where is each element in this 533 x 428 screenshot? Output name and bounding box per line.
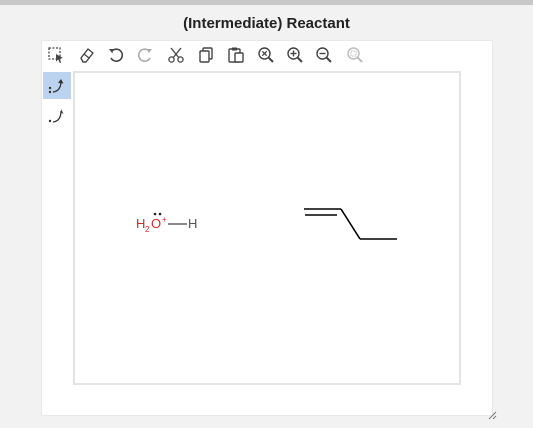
side-toolbar — [42, 72, 72, 172]
hydronium-molecule[interactable]: H 2 O + H — [136, 212, 197, 234]
zoom-out-icon — [316, 47, 332, 63]
select-button[interactable] — [45, 44, 67, 66]
zoom-reset-button[interactable] — [255, 44, 277, 66]
single-electron-arrow-button[interactable] — [43, 102, 71, 129]
zoom-out-button[interactable] — [313, 44, 335, 66]
paste-button[interactable] — [225, 44, 247, 66]
zoom-in-icon — [287, 47, 303, 63]
cut-button[interactable] — [165, 44, 187, 66]
redo-button[interactable] — [134, 44, 156, 66]
structure-drawing: H 2 O + H — [136, 208, 397, 240]
toolbar — [42, 41, 492, 71]
lone-pair-dot — [153, 212, 157, 216]
atom-h2-subscript: 2 — [145, 225, 150, 234]
eraser-icon — [80, 48, 94, 63]
paste-icon — [228, 47, 244, 63]
single-bond — [340, 208, 361, 240]
charge-plus: + — [162, 215, 167, 224]
butene-molecule[interactable] — [304, 208, 397, 240]
lasso-select-icon — [48, 47, 63, 63]
zoom-fit-button[interactable] — [344, 44, 366, 66]
redo-icon — [137, 48, 152, 62]
page-title: (Intermediate) Reactant — [183, 15, 350, 32]
atom-hydrogen: H — [188, 216, 197, 231]
curved-arrow-pair-icon — [48, 78, 64, 93]
zoom-fit-icon — [347, 47, 363, 63]
lone-pair-dot — [158, 212, 162, 216]
curved-arrow-single-icon — [48, 108, 64, 123]
drawing-canvas[interactable]: H 2 O + H — [73, 71, 461, 385]
copy-icon — [199, 47, 213, 63]
window-top-border — [0, 0, 533, 5]
erase-button[interactable] — [76, 44, 98, 66]
scissors-icon — [168, 47, 184, 63]
atom-h2: H — [136, 216, 145, 231]
undo-icon — [109, 48, 124, 62]
copy-button[interactable] — [195, 44, 217, 66]
zoom-in-button[interactable] — [284, 44, 306, 66]
sketcher-panel: H 2 O + H — [41, 40, 493, 416]
resize-handle-icon[interactable] — [487, 410, 497, 420]
undo-button[interactable] — [105, 44, 127, 66]
zoom-reset-icon — [258, 47, 274, 63]
atom-oxygen: O — [151, 216, 161, 231]
electron-pair-arrow-button[interactable] — [43, 72, 71, 99]
